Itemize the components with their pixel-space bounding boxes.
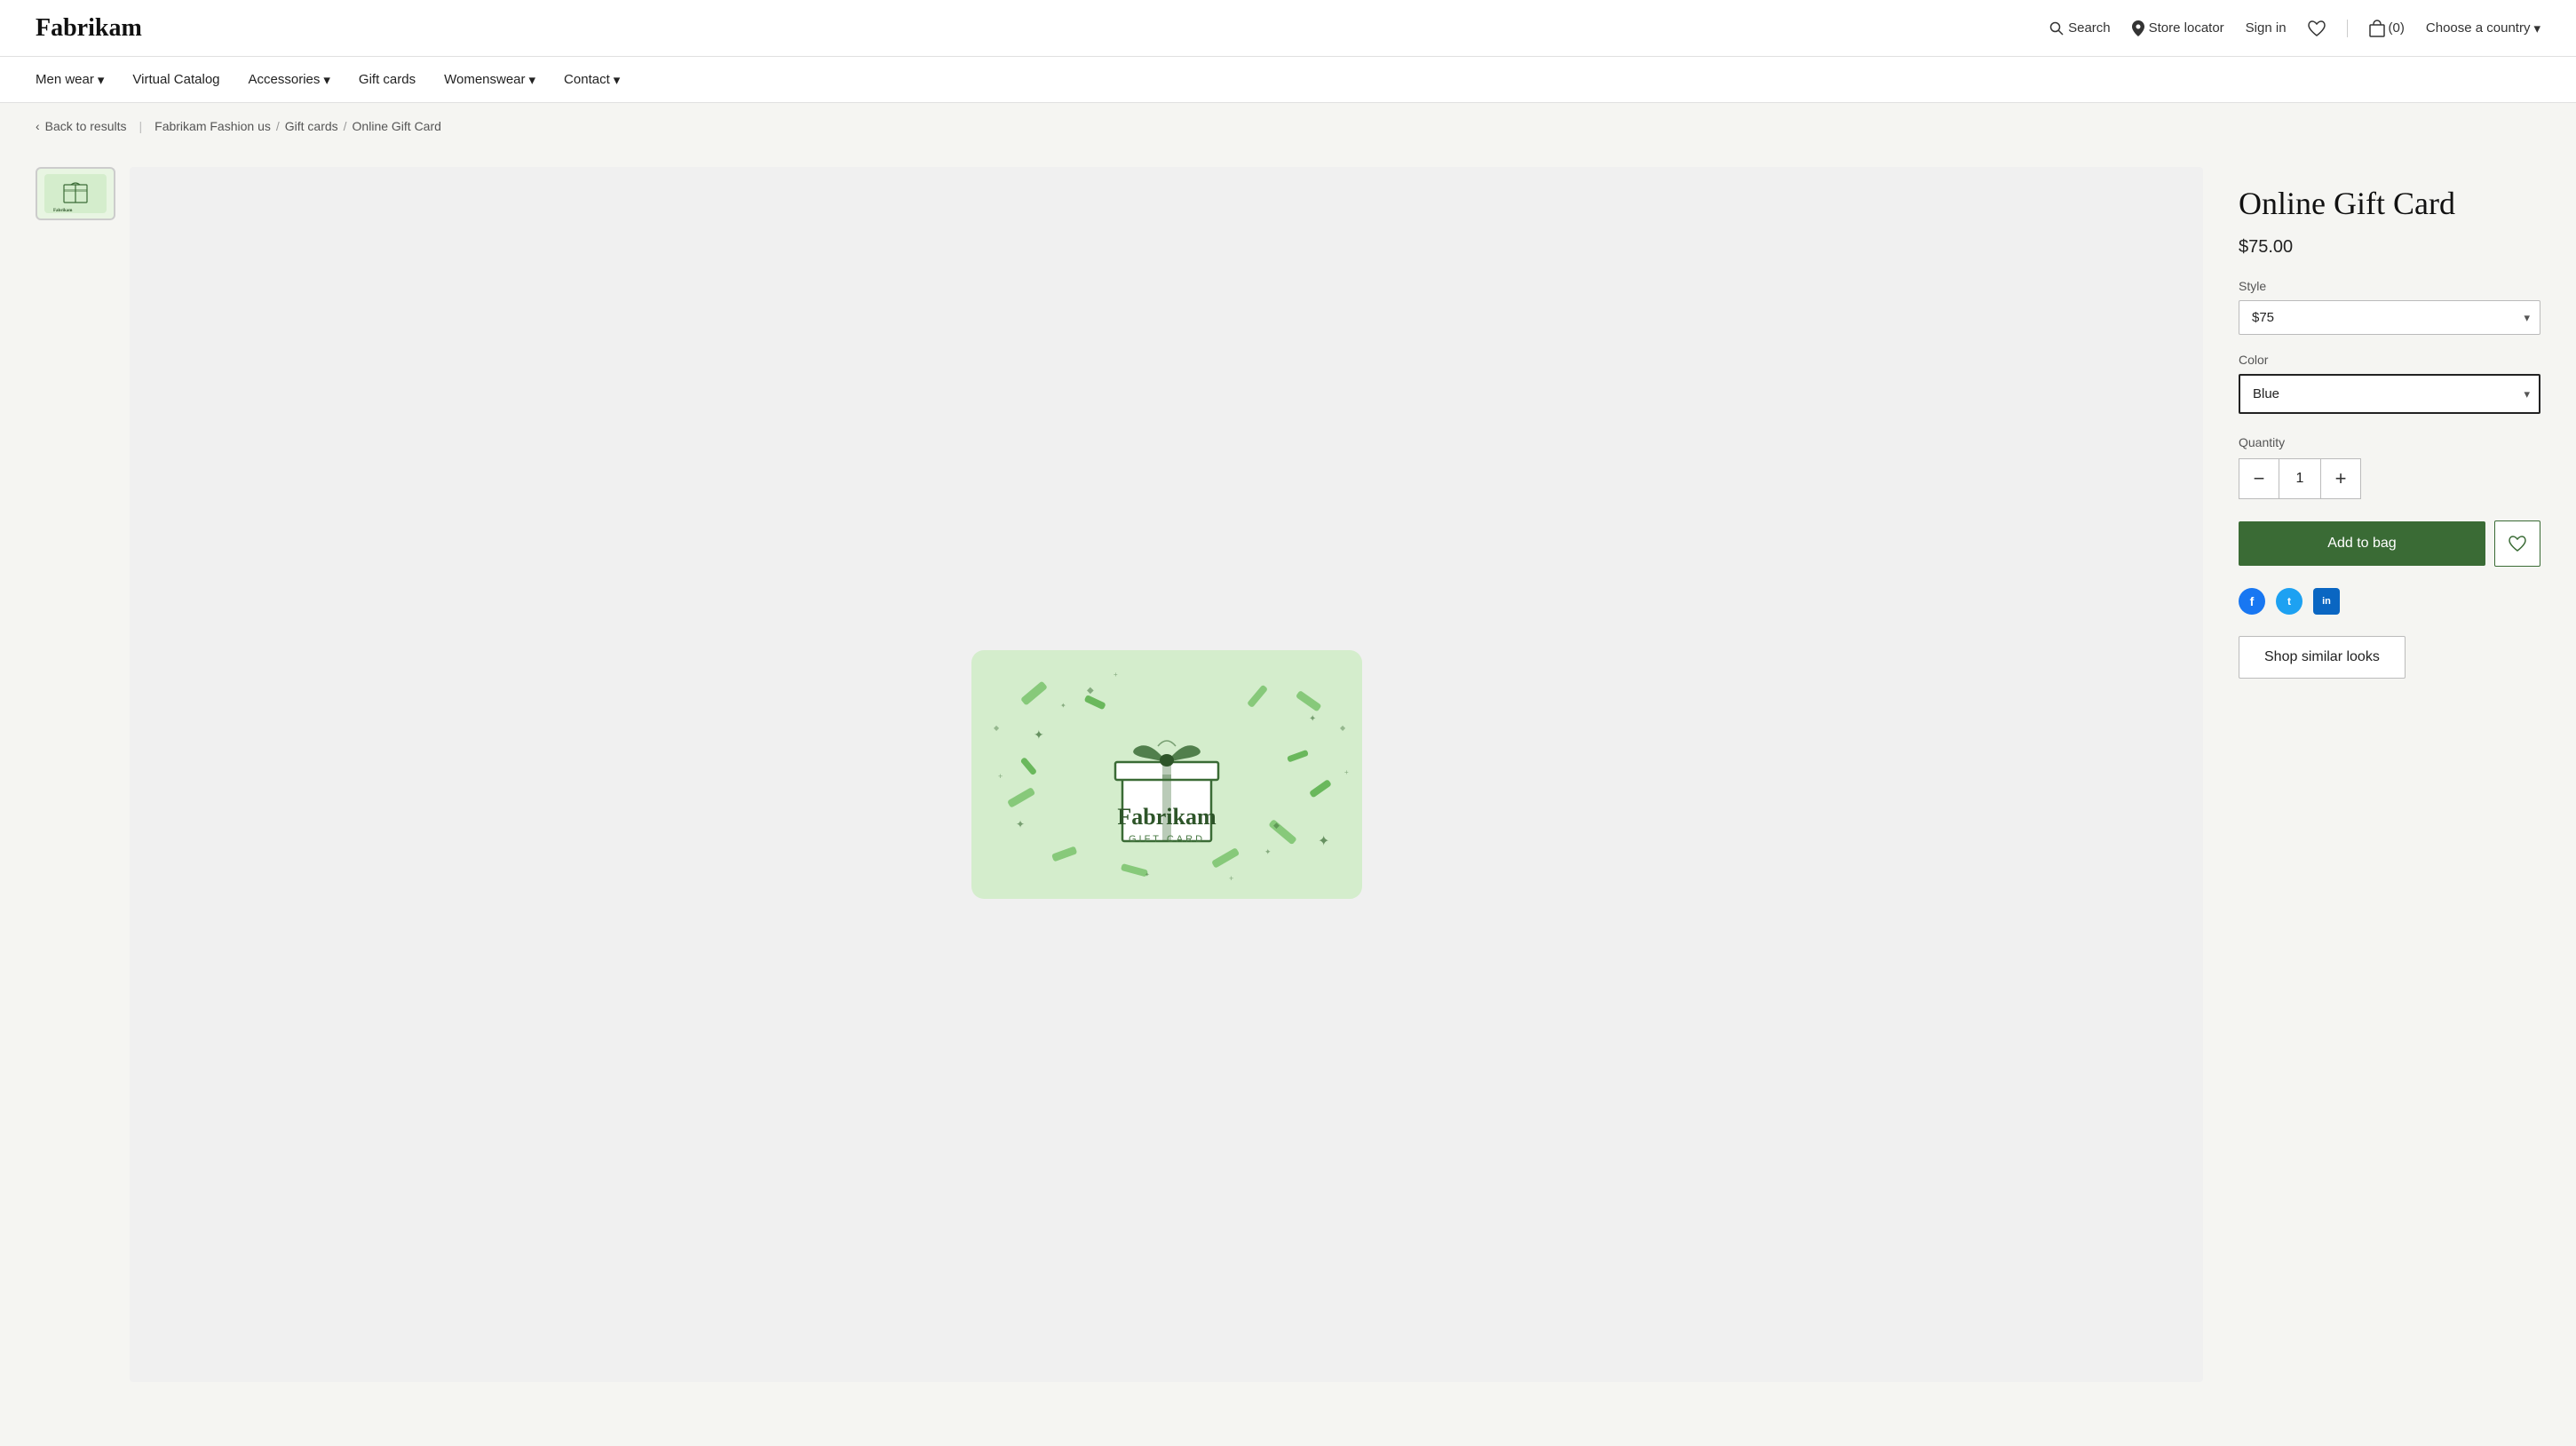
- svg-text:GIFT CARD: GIFT CARD: [1128, 834, 1204, 845]
- add-to-bag-row: Add to bag: [2239, 520, 2540, 567]
- site-header: Fabrikam Search Store locator Sign in (0…: [0, 0, 2576, 57]
- svg-text:✦: ✦: [1060, 702, 1066, 710]
- country-chevron-icon: ▾: [2533, 20, 2540, 36]
- search-link[interactable]: Search: [2049, 20, 2111, 36]
- back-arrow-icon: ‹: [36, 119, 40, 133]
- color-select[interactable]: Blue Red Green Gold: [2239, 374, 2540, 414]
- chevron-down-icon-women: ▾: [529, 72, 536, 88]
- bag-link[interactable]: (0): [2369, 20, 2405, 37]
- nav-womenswear[interactable]: Womenswear ▾: [444, 72, 535, 88]
- svg-text:+: +: [998, 772, 1003, 781]
- breadcrumb-sep-1: /: [276, 119, 280, 133]
- site-logo[interactable]: Fabrikam: [36, 14, 142, 43]
- svg-text:✦: ✦: [1016, 818, 1025, 830]
- quantity-control: − 1 +: [2239, 458, 2361, 499]
- chevron-down-icon-contact: ▾: [614, 72, 621, 88]
- breadcrumb: ‹ Back to results | Fabrikam Fashion us …: [0, 103, 2576, 149]
- country-selector[interactable]: Choose a country ▾: [2426, 20, 2540, 36]
- breadcrumb-home[interactable]: Fabrikam Fashion us: [155, 119, 271, 133]
- product-details-panel: Online Gift Card $75.00 Style $25 $50 $7…: [2239, 167, 2540, 1382]
- breadcrumb-sep-2: /: [344, 119, 347, 133]
- svg-text:◆: ◆: [1087, 686, 1094, 695]
- shop-similar-looks-button[interactable]: Shop similar looks: [2239, 636, 2406, 679]
- nav-contact[interactable]: Contact ▾: [564, 72, 620, 88]
- svg-text:Fabrikam: Fabrikam: [53, 209, 73, 213]
- svg-text:◆: ◆: [994, 724, 1000, 732]
- thumbnail-1[interactable]: Fabrikam: [36, 167, 115, 220]
- quantity-increase-button[interactable]: +: [2321, 459, 2360, 498]
- linkedin-share-button[interactable]: in: [2313, 588, 2340, 615]
- thumbnail-column: Fabrikam: [36, 167, 115, 1382]
- svg-text:✦: ✦: [1318, 834, 1329, 849]
- main-nav: Men wear ▾ Virtual Catalog Accessories ▾…: [0, 57, 2576, 103]
- add-to-wishlist-button[interactable]: [2494, 520, 2540, 567]
- color-selector: Blue Red Green Gold ▾: [2239, 374, 2540, 414]
- quantity-value: 1: [2279, 459, 2321, 498]
- nav-virtual-catalog[interactable]: Virtual Catalog: [132, 72, 219, 87]
- svg-text:✦: ✦: [1309, 714, 1316, 724]
- style-select[interactable]: $25 $50 $75 $100 $150 $200: [2239, 300, 2540, 335]
- facebook-share-button[interactable]: f: [2239, 588, 2265, 615]
- quantity-decrease-button[interactable]: −: [2239, 459, 2279, 498]
- location-icon: [2132, 20, 2144, 36]
- main-content: Fabrikam: [0, 149, 2576, 1435]
- nav-gift-cards[interactable]: Gift cards: [359, 72, 416, 87]
- product-price: $75.00: [2239, 237, 2540, 258]
- bag-count: (0): [2389, 20, 2405, 36]
- nav-accessories[interactable]: Accessories ▾: [249, 72, 330, 88]
- product-images: Fabrikam: [36, 167, 2203, 1382]
- back-to-results-link[interactable]: ‹ Back to results: [36, 119, 127, 133]
- breadcrumb-separator-1: |: [139, 119, 143, 133]
- svg-text:Fabrikam: Fabrikam: [1117, 804, 1217, 830]
- chevron-down-icon: ▾: [98, 72, 105, 88]
- search-label: Search: [2068, 20, 2111, 36]
- svg-text:◆: ◆: [1273, 821, 1280, 830]
- svg-text:+: +: [1114, 671, 1118, 679]
- store-locator-link[interactable]: Store locator: [2132, 20, 2224, 36]
- svg-text:✦: ✦: [1145, 871, 1150, 878]
- svg-text:◆: ◆: [1340, 724, 1346, 732]
- style-selector: $25 $50 $75 $100 $150 $200 ▾: [2239, 300, 2540, 335]
- store-locator-label: Store locator: [2149, 20, 2224, 36]
- svg-text:+: +: [1229, 874, 1233, 883]
- search-icon: [2049, 21, 2064, 36]
- nav-men-wear[interactable]: Men wear ▾: [36, 72, 104, 88]
- svg-text:✦: ✦: [1264, 847, 1272, 856]
- product-title: Online Gift Card: [2239, 185, 2540, 223]
- breadcrumb-current: Online Gift Card: [353, 119, 441, 133]
- heart-icon: [2509, 536, 2526, 552]
- header-divider: [2347, 20, 2348, 37]
- svg-text:+: +: [1344, 768, 1349, 776]
- sign-in-link[interactable]: Sign in: [2246, 20, 2287, 36]
- twitter-share-button[interactable]: t: [2276, 588, 2303, 615]
- gift-card-svg: ✦ ✦ ✦ ✦ ✦ ✦ ✦ + + + + ◆ ◆ ◆ ◆: [971, 650, 1362, 899]
- quantity-label: Quantity: [2239, 435, 2540, 449]
- main-product-image: ✦ ✦ ✦ ✦ ✦ ✦ ✦ + + + + ◆ ◆ ◆ ◆: [130, 167, 2203, 1382]
- wishlist-icon[interactable]: [2308, 20, 2326, 36]
- style-label: Style: [2239, 279, 2540, 293]
- color-label: Color: [2239, 353, 2540, 367]
- svg-text:✦: ✦: [1034, 727, 1044, 742]
- add-to-bag-button[interactable]: Add to bag: [2239, 521, 2485, 566]
- social-share-row: f t in: [2239, 588, 2540, 615]
- chevron-down-icon-acc: ▾: [323, 72, 330, 88]
- breadcrumb-category[interactable]: Gift cards: [285, 119, 338, 133]
- bag-icon: [2369, 20, 2385, 37]
- header-actions: Search Store locator Sign in (0) Choose …: [2049, 20, 2540, 37]
